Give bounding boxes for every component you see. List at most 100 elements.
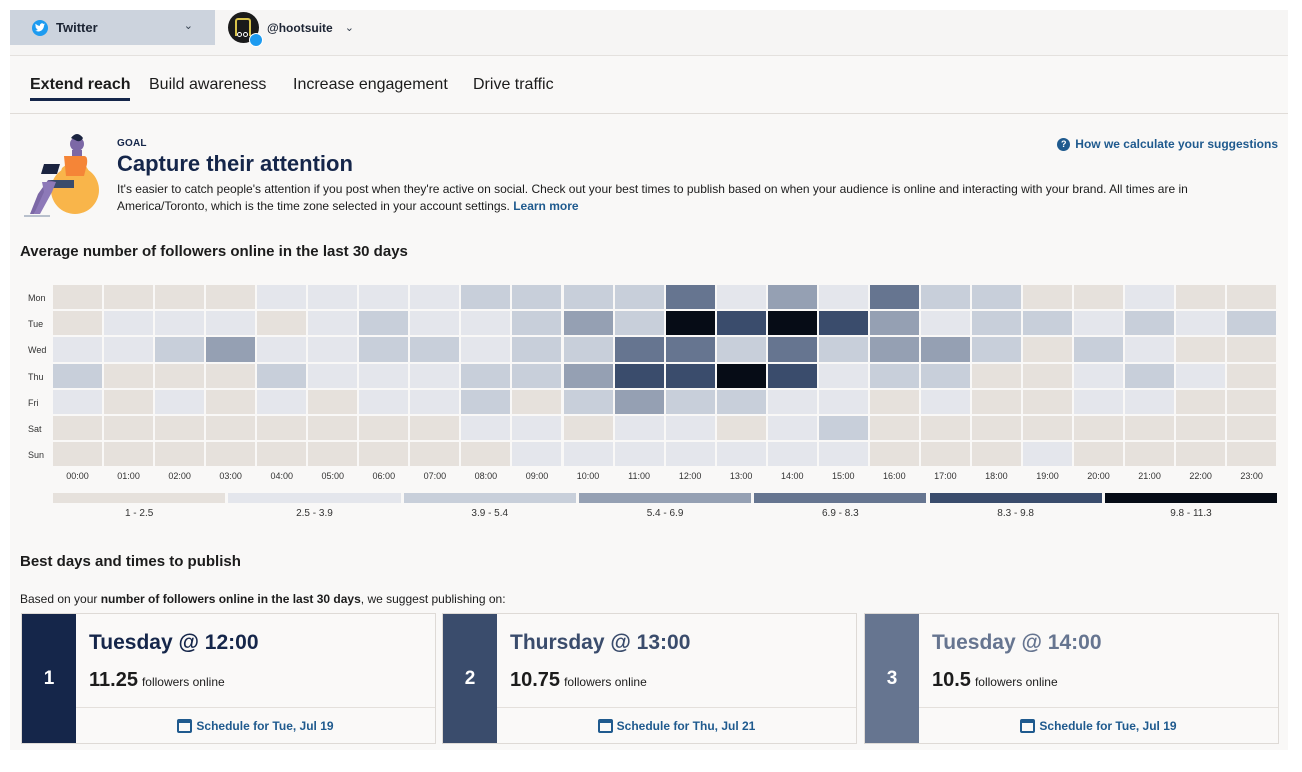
heatmap-cell-mon-0200[interactable]: [155, 285, 205, 310]
heatmap-cell-tue-0200[interactable]: [155, 311, 205, 336]
heatmap-cell-thu-1200[interactable]: [665, 363, 715, 388]
heatmap-cell-tue-2100[interactable]: [1125, 311, 1175, 336]
tab-extend-reach[interactable]: Extend reach: [30, 76, 131, 101]
heatmap-cell-sat-0600[interactable]: [359, 416, 409, 441]
heatmap-cell-fri-1600[interactable]: [869, 389, 919, 414]
heatmap-cell-sun-1600[interactable]: [869, 442, 919, 467]
heatmap-cell-tue-1300[interactable]: [716, 311, 766, 336]
heatmap-cell-thu-0100[interactable]: [104, 363, 154, 388]
heatmap-cell-tue-1100[interactable]: [614, 311, 664, 336]
heatmap-cell-tue-0500[interactable]: [308, 311, 358, 336]
heatmap-cell-tue-1700[interactable]: [920, 311, 970, 336]
heatmap-cell-sun-0000[interactable]: [53, 442, 103, 467]
heatmap-cell-sat-0300[interactable]: [206, 416, 256, 441]
heatmap-cell-sun-0300[interactable]: [206, 442, 256, 467]
heatmap-cell-sat-0700[interactable]: [410, 416, 460, 441]
heatmap-cell-mon-1300[interactable]: [716, 285, 766, 310]
heatmap-cell-sun-2000[interactable]: [1074, 442, 1124, 467]
heatmap-cell-sun-1000[interactable]: [563, 442, 613, 467]
heatmap-cell-sun-0200[interactable]: [155, 442, 205, 467]
heatmap-cell-sat-0100[interactable]: [104, 416, 154, 441]
heatmap-cell-sun-2200[interactable]: [1176, 442, 1226, 467]
heatmap-cell-mon-1100[interactable]: [614, 285, 664, 310]
heatmap-cell-thu-0800[interactable]: [461, 363, 511, 388]
heatmap-cell-fri-2300[interactable]: [1227, 389, 1277, 414]
heatmap-cell-tue-0700[interactable]: [410, 311, 460, 336]
heatmap-cell-wed-0400[interactable]: [257, 337, 307, 362]
heatmap-cell-sat-2300[interactable]: [1227, 416, 1277, 441]
heatmap-cell-sat-1500[interactable]: [818, 416, 868, 441]
heatmap-cell-mon-2100[interactable]: [1125, 285, 1175, 310]
heatmap-cell-fri-0400[interactable]: [257, 389, 307, 414]
heatmap-cell-mon-2300[interactable]: [1227, 285, 1277, 310]
heatmap-cell-tue-0400[interactable]: [257, 311, 307, 336]
heatmap-cell-sat-1000[interactable]: [563, 416, 613, 441]
heatmap-cell-fri-2200[interactable]: [1176, 389, 1226, 414]
heatmap-cell-thu-0600[interactable]: [359, 363, 409, 388]
heatmap-cell-sat-0000[interactable]: [53, 416, 103, 441]
heatmap-cell-wed-1500[interactable]: [818, 337, 868, 362]
heatmap-cell-sat-0400[interactable]: [257, 416, 307, 441]
heatmap-cell-wed-0100[interactable]: [104, 337, 154, 362]
heatmap-cell-mon-1800[interactable]: [971, 285, 1021, 310]
heatmap-cell-sat-0800[interactable]: [461, 416, 511, 441]
heatmap-cell-thu-1800[interactable]: [971, 363, 1021, 388]
schedule-button[interactable]: Schedule for Thu, Jul 21: [497, 714, 856, 738]
heatmap-cell-fri-1400[interactable]: [767, 389, 817, 414]
heatmap-cell-sat-2200[interactable]: [1176, 416, 1226, 441]
heatmap-cell-thu-0200[interactable]: [155, 363, 205, 388]
heatmap-cell-sat-1600[interactable]: [869, 416, 919, 441]
heatmap-cell-thu-1900[interactable]: [1022, 363, 1072, 388]
heatmap-cell-sat-0200[interactable]: [155, 416, 205, 441]
heatmap-cell-sun-0600[interactable]: [359, 442, 409, 467]
heatmap-cell-sun-0100[interactable]: [104, 442, 154, 467]
how-we-calculate-link[interactable]: ? How we calculate your suggestions: [1057, 137, 1278, 151]
heatmap-cell-tue-0000[interactable]: [53, 311, 103, 336]
heatmap-cell-thu-1300[interactable]: [716, 363, 766, 388]
heatmap-cell-mon-2000[interactable]: [1074, 285, 1124, 310]
heatmap-cell-sun-1400[interactable]: [767, 442, 817, 467]
heatmap-cell-fri-1000[interactable]: [563, 389, 613, 414]
heatmap-cell-sat-0500[interactable]: [308, 416, 358, 441]
heatmap-cell-wed-0900[interactable]: [512, 337, 562, 362]
heatmap-cell-wed-1200[interactable]: [665, 337, 715, 362]
schedule-button[interactable]: Schedule for Tue, Jul 19: [919, 714, 1278, 738]
heatmap-cell-sun-0700[interactable]: [410, 442, 460, 467]
heatmap-cell-thu-1000[interactable]: [563, 363, 613, 388]
heatmap-cell-sun-0900[interactable]: [512, 442, 562, 467]
heatmap-cell-fri-0300[interactable]: [206, 389, 256, 414]
heatmap-cell-mon-0000[interactable]: [53, 285, 103, 310]
heatmap-cell-fri-0200[interactable]: [155, 389, 205, 414]
heatmap-cell-mon-0900[interactable]: [512, 285, 562, 310]
heatmap-cell-sun-1700[interactable]: [920, 442, 970, 467]
heatmap-cell-wed-0700[interactable]: [410, 337, 460, 362]
heatmap-cell-tue-1200[interactable]: [665, 311, 715, 336]
heatmap-cell-mon-0300[interactable]: [206, 285, 256, 310]
heatmap-cell-sun-1100[interactable]: [614, 442, 664, 467]
heatmap-cell-tue-2300[interactable]: [1227, 311, 1277, 336]
heatmap-cell-mon-0600[interactable]: [359, 285, 409, 310]
heatmap-cell-tue-0300[interactable]: [206, 311, 256, 336]
heatmap-cell-fri-1300[interactable]: [716, 389, 766, 414]
heatmap-cell-thu-0400[interactable]: [257, 363, 307, 388]
heatmap-cell-wed-1700[interactable]: [920, 337, 970, 362]
learn-more-link[interactable]: Learn more: [513, 199, 578, 213]
heatmap-cell-wed-0300[interactable]: [206, 337, 256, 362]
account-select[interactable]: @hootsuite ⌄: [228, 10, 354, 47]
heatmap-cell-fri-1700[interactable]: [920, 389, 970, 414]
heatmap-cell-wed-2100[interactable]: [1125, 337, 1175, 362]
heatmap-cell-tue-1000[interactable]: [563, 311, 613, 336]
heatmap-cell-thu-2000[interactable]: [1074, 363, 1124, 388]
heatmap-cell-tue-1600[interactable]: [869, 311, 919, 336]
heatmap-cell-sat-0900[interactable]: [512, 416, 562, 441]
heatmap-cell-mon-1200[interactable]: [665, 285, 715, 310]
heatmap-cell-mon-0500[interactable]: [308, 285, 358, 310]
heatmap-cell-tue-1400[interactable]: [767, 311, 817, 336]
heatmap-cell-mon-0800[interactable]: [461, 285, 511, 310]
heatmap-cell-wed-0000[interactable]: [53, 337, 103, 362]
heatmap-cell-sun-0400[interactable]: [257, 442, 307, 467]
heatmap-cell-wed-0200[interactable]: [155, 337, 205, 362]
heatmap-cell-fri-1500[interactable]: [818, 389, 868, 414]
heatmap-cell-wed-1100[interactable]: [614, 337, 664, 362]
heatmap-cell-mon-1700[interactable]: [920, 285, 970, 310]
